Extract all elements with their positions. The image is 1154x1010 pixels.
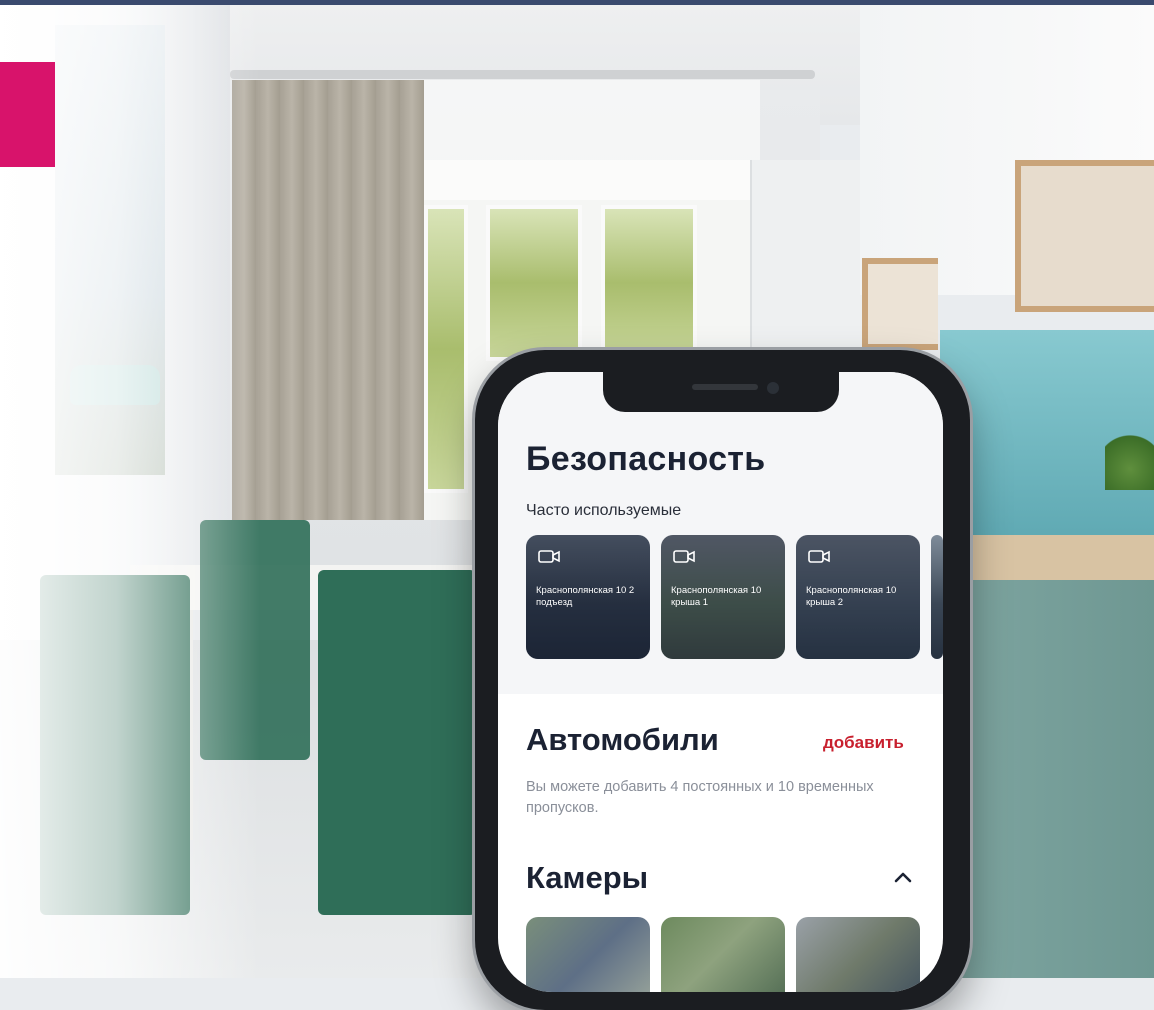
window-pane bbox=[486, 205, 582, 361]
camera-thumbnail[interactable] bbox=[661, 917, 785, 992]
open-shelf bbox=[862, 258, 938, 350]
add-car-button[interactable]: добавить bbox=[823, 733, 904, 753]
frequent-label: Часто используемые bbox=[526, 502, 682, 519]
brand-badge bbox=[0, 62, 55, 167]
camera-thumbnail[interactable] bbox=[526, 917, 650, 992]
camera-label: Краснополянская 10 крыша 1 bbox=[671, 585, 762, 608]
phone-speaker bbox=[692, 384, 758, 390]
video-camera-icon bbox=[673, 550, 695, 563]
chevron-up-icon[interactable] bbox=[893, 870, 913, 884]
top-bar bbox=[0, 0, 1154, 5]
front-camera bbox=[767, 382, 779, 394]
curtain-rod bbox=[230, 70, 815, 79]
camera-card[interactable]: Краснополянская 10 крыша 2 bbox=[796, 535, 920, 659]
video-camera-icon bbox=[538, 550, 560, 563]
phone-screen: Безопасность Часто используемые Краснопо… bbox=[498, 372, 943, 992]
security-title: Безопасность bbox=[526, 440, 766, 478]
video-camera-icon bbox=[808, 550, 830, 563]
phone-notch bbox=[603, 372, 839, 412]
lower-cabinets bbox=[940, 580, 1154, 978]
camera-label: Краснополянская 10 2 подъезд bbox=[536, 585, 635, 608]
camera-thumbnail[interactable] bbox=[796, 917, 920, 992]
sheer-curtain bbox=[420, 80, 760, 200]
cars-title: Автомобили bbox=[526, 722, 719, 757]
camera-card[interactable]: Краснополянская 10 2 подъезд bbox=[526, 535, 650, 659]
cameras-title: Камеры bbox=[526, 860, 649, 895]
open-shelf bbox=[1015, 160, 1154, 312]
curtain bbox=[232, 80, 424, 520]
camera-card[interactable]: Краснополянская 10 крыша 1 bbox=[661, 535, 785, 659]
camera-card-partial[interactable] bbox=[931, 535, 943, 659]
cars-note: Вы можете добавить 4 постоянных и 10 вре… bbox=[526, 779, 874, 816]
window-pane bbox=[601, 205, 697, 361]
window-pane bbox=[424, 205, 468, 493]
plant bbox=[1105, 420, 1154, 490]
security-section: Безопасность Часто используемые Краснопо… bbox=[498, 372, 943, 694]
camera-label: Краснополянская 10 крыша 2 bbox=[806, 585, 897, 608]
chair bbox=[318, 570, 476, 915]
